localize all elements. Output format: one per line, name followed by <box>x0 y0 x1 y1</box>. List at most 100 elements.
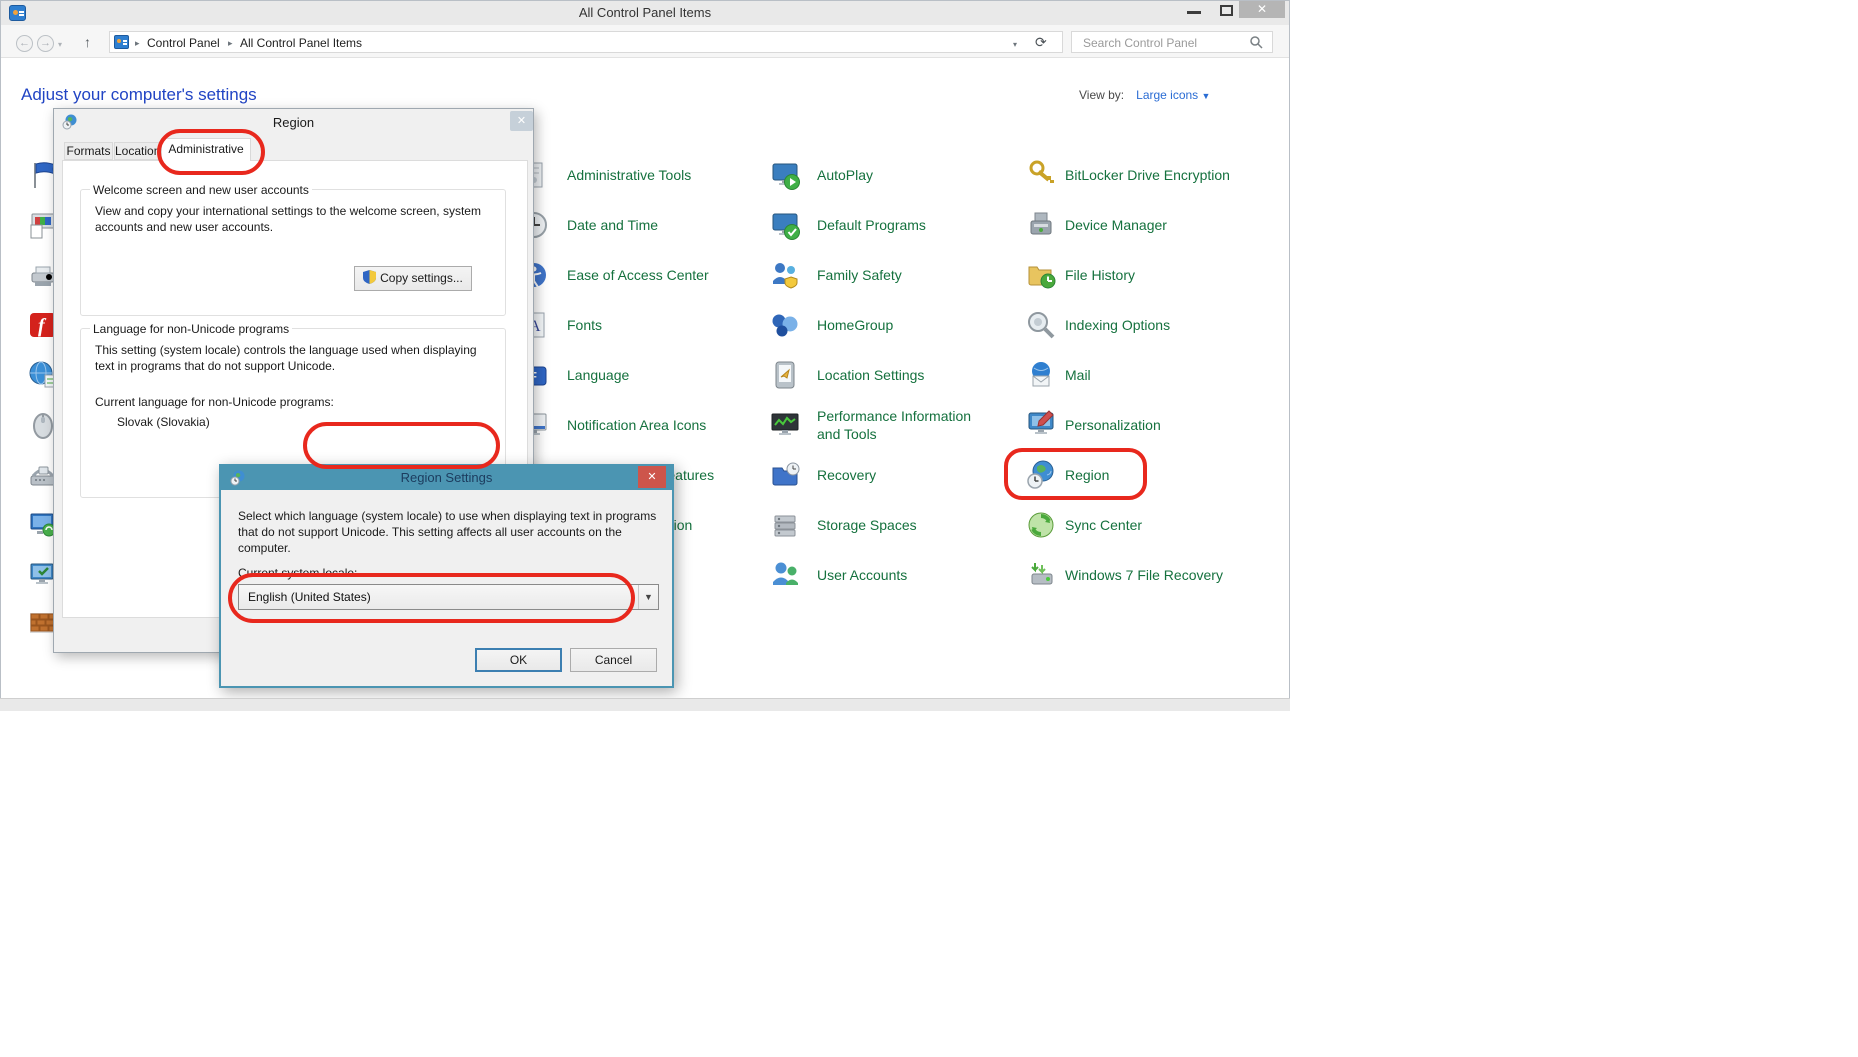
maximize-button[interactable] <box>1220 5 1233 16</box>
title-bar: All Control Panel Items ✕ <box>1 1 1289 25</box>
panel-item-label[interactable]: Storage Spaces <box>817 516 1047 534</box>
user-accounts-icon[interactable] <box>769 559 801 591</box>
close-button[interactable]: ✕ <box>1239 1 1285 18</box>
panel-item-label[interactable]: Performance Information and Tools <box>817 407 987 443</box>
control-panel-window: All Control Panel Items ✕ ← → ▾ ↑ ▸ Cont… <box>0 0 1290 700</box>
region-settings-dialog: Region Settings ✕ Select which language … <box>219 464 674 688</box>
breadcrumb-current[interactable]: All Control Panel Items <box>240 36 362 50</box>
location-settings-icon[interactable] <box>769 359 801 391</box>
storage-spaces-icon[interactable] <box>769 509 801 541</box>
breadcrumb-separator-icon: ▸ <box>228 38 233 49</box>
tab-location[interactable]: Location <box>114 142 161 160</box>
tab-formats[interactable]: Formats <box>64 142 113 160</box>
non-unicode-text-line2: text in programs that do not support Uni… <box>95 358 335 374</box>
breadcrumb-separator-icon: ▸ <box>135 38 140 49</box>
panel-item-label[interactable]: Administrative Tools <box>567 166 797 184</box>
panel-item-label[interactable]: Windows 7 File Recovery <box>1065 566 1295 584</box>
homegroup-icon[interactable] <box>769 309 801 341</box>
panel-item-label[interactable]: Personalization <box>1065 416 1295 434</box>
view-by-label: View by: <box>1079 88 1124 102</box>
navigation-bar: ← → ▾ ↑ ▸ Control Panel ▸ All Control Pa… <box>1 25 1289 58</box>
ok-button[interactable]: OK <box>475 648 562 672</box>
panel-item-label[interactable]: HomeGroup <box>817 316 1047 334</box>
welcome-screen-text-line2: accounts and new user accounts. <box>95 219 273 235</box>
search-placeholder: Search Control Panel <box>1083 36 1197 50</box>
personalization-icon[interactable] <box>1025 409 1057 441</box>
region-settings-titlebar: Region Settings ✕ <box>221 466 672 490</box>
search-box[interactable]: Search Control Panel <box>1071 31 1273 53</box>
region-dialog-close-button[interactable]: ✕ <box>510 111 533 131</box>
region-dialog-titlebar: Region ✕ <box>54 109 533 135</box>
history-dropdown-icon[interactable]: ▾ <box>58 40 62 49</box>
copy-settings-button[interactable]: Copy settings... <box>354 266 472 291</box>
current-language-value: Slovak (Slovakia) <box>117 414 210 430</box>
file-history-icon[interactable] <box>1025 259 1057 291</box>
panel-item-label[interactable]: File History <box>1065 266 1295 284</box>
current-language-label: Current language for non-Unicode program… <box>95 394 334 410</box>
welcome-screen-groupbox: Welcome screen and new user accounts Vie… <box>80 189 506 316</box>
bitlocker-icon[interactable] <box>1025 159 1057 191</box>
rs-body-line2: that do not support Unicode. This settin… <box>238 524 622 540</box>
region-dialog-title: Region <box>54 115 533 130</box>
forward-button[interactable]: → <box>37 35 54 52</box>
mail-icon[interactable] <box>1025 359 1057 391</box>
panel-item-label[interactable]: Mail <box>1065 366 1295 384</box>
welcome-screen-group-title: Welcome screen and new user accounts <box>90 183 312 197</box>
recovery-icon[interactable] <box>769 459 801 491</box>
panel-item-label[interactable]: Default Programs <box>817 216 1047 234</box>
panel-item-label[interactable]: Region <box>1065 466 1295 484</box>
rs-body-line1: Select which language (system locale) to… <box>238 508 656 524</box>
panel-item-label[interactable]: Indexing Options <box>1065 316 1295 334</box>
non-unicode-text-line1: This setting (system locale) controls th… <box>95 342 477 358</box>
current-system-locale-dropdown[interactable]: English (United States) ▼ <box>238 584 659 610</box>
panel-item-label[interactable]: Language <box>567 366 797 384</box>
address-bar[interactable]: ▸ Control Panel ▸ All Control Panel Item… <box>109 31 1063 53</box>
device-manager-icon[interactable] <box>1025 209 1057 241</box>
uac-shield-icon <box>363 269 376 292</box>
region-settings-title: Region Settings <box>221 470 672 485</box>
back-button[interactable]: ← <box>16 35 33 52</box>
view-by-dropdown-icon[interactable]: ▼ <box>1202 91 1211 101</box>
rs-body-line3: computer. <box>238 540 291 556</box>
panel-item-label[interactable]: Date and Time <box>567 216 797 234</box>
current-system-locale-label: Current system locale: <box>238 565 357 581</box>
panel-item-label[interactable]: BitLocker Drive Encryption <box>1065 166 1295 184</box>
cancel-button[interactable]: Cancel <box>570 648 657 672</box>
breadcrumb-app-icon <box>114 35 129 49</box>
sync-center-icon[interactable] <box>1025 509 1057 541</box>
panel-item-label[interactable]: Fonts <box>567 316 797 334</box>
window-bottom-edge <box>0 698 1290 711</box>
view-by-control: View by: Large icons ▼ <box>1079 88 1210 102</box>
panel-item-label[interactable]: AutoPlay <box>817 166 1047 184</box>
non-unicode-group-title: Language for non-Unicode programs <box>90 322 292 336</box>
family-safety-icon[interactable] <box>769 259 801 291</box>
performance-icon[interactable] <box>769 409 801 441</box>
up-button[interactable]: ↑ <box>84 34 91 50</box>
page-title: Adjust your computer's settings <box>21 85 257 105</box>
address-dropdown-icon[interactable]: ▾ <box>1013 40 1017 49</box>
default-programs-icon[interactable] <box>769 209 801 241</box>
minimize-button[interactable] <box>1187 11 1201 14</box>
panel-item-label[interactable]: User Accounts <box>817 566 1047 584</box>
welcome-screen-text-line1: View and copy your international setting… <box>95 203 481 219</box>
locale-dropdown-value: English (United States) <box>248 590 371 604</box>
indexing-options-icon[interactable] <box>1025 309 1057 341</box>
tab-administrative[interactable]: Administrative <box>161 138 251 161</box>
search-icon[interactable] <box>1250 36 1263 49</box>
region-settings-close-button[interactable]: ✕ <box>638 466 666 488</box>
panel-item-label[interactable]: Ease of Access Center <box>567 266 797 284</box>
chevron-down-icon[interactable]: ▼ <box>638 585 658 609</box>
view-by-value[interactable]: Large icons <box>1136 88 1198 102</box>
autoplay-icon[interactable] <box>769 159 801 191</box>
panel-item-label[interactable]: Location Settings <box>817 366 1047 384</box>
panel-item-label[interactable]: Family Safety <box>817 266 1047 284</box>
panel-item-label[interactable]: Device Manager <box>1065 216 1295 234</box>
panel-item-label[interactable]: Sync Center <box>1065 516 1295 534</box>
panel-item-label[interactable]: Notification Area Icons <box>567 416 797 434</box>
breadcrumb-control-panel[interactable]: Control Panel <box>147 36 220 50</box>
win7-file-recovery-icon[interactable] <box>1025 559 1057 591</box>
panel-item-label[interactable]: Recovery <box>817 466 1047 484</box>
region-icon[interactable] <box>1025 459 1057 491</box>
refresh-icon[interactable]: ⟳ <box>1035 34 1047 51</box>
window-title: All Control Panel Items <box>1 5 1289 20</box>
